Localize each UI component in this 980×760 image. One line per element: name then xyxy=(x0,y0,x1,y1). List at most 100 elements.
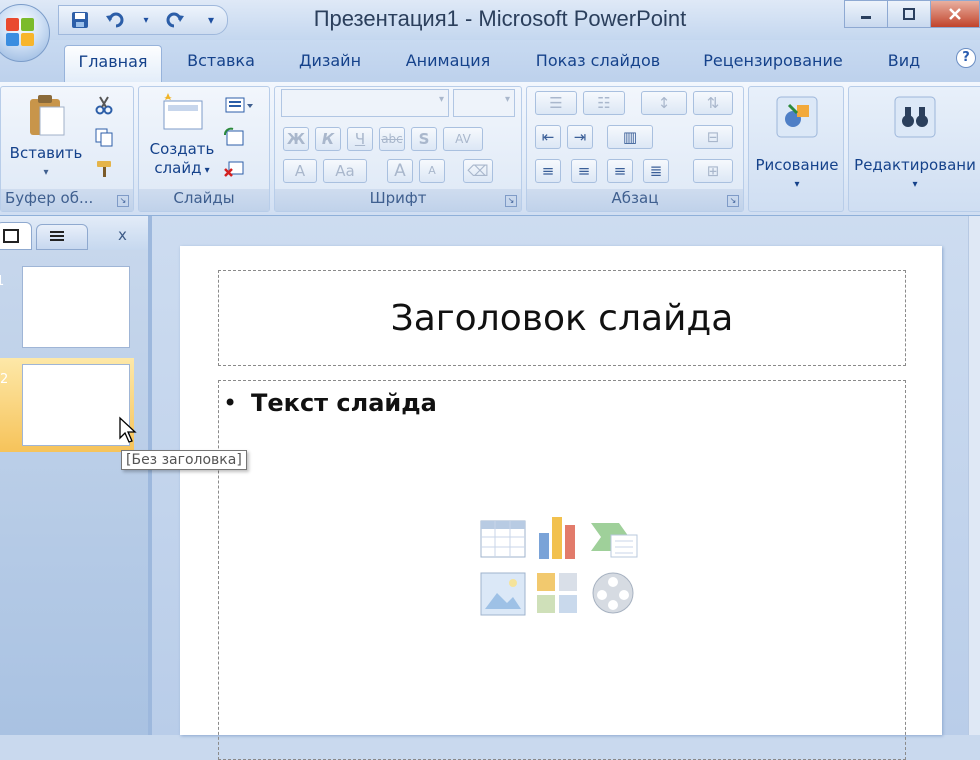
drawing-button[interactable]: Рисование ▾ xyxy=(751,95,843,194)
tab-design[interactable]: Дизайн xyxy=(288,50,372,82)
bullet-icon: • xyxy=(223,389,238,417)
clear-formatting-icon[interactable]: ⌫ xyxy=(463,159,493,183)
align-right-icon[interactable]: ≡ xyxy=(607,159,633,183)
italic-button[interactable]: К xyxy=(315,127,341,151)
slide-number-1: 1 xyxy=(0,274,5,289)
format-painter-icon[interactable] xyxy=(93,159,115,179)
increase-indent-icon[interactable]: ⇥ xyxy=(567,125,593,149)
editing-label: Редактировани xyxy=(854,156,976,174)
slides-pane-tabs: x xyxy=(0,216,148,250)
paste-icon xyxy=(30,95,65,136)
reset-icon[interactable] xyxy=(223,127,245,147)
paste-dropdown-icon: ▾ xyxy=(43,167,49,178)
tab-slide-show[interactable]: Показ слайдов xyxy=(528,50,668,82)
paragraph-group: ☰ ☷ ↕ ⇅ ⇤ ⇥ ▥ ⊟ ≡ ≡ ≡ ≣ ⊞ Абзац ↘ xyxy=(526,86,744,212)
undo-dropdown-icon[interactable]: ▾ xyxy=(141,9,151,31)
slide-canvas[interactable]: Заголовок слайда • Текст слайда xyxy=(180,246,942,760)
maximize-button[interactable] xyxy=(887,0,931,28)
minimize-button[interactable] xyxy=(844,0,888,28)
underline-button[interactable]: Ч xyxy=(347,127,373,151)
change-case-button[interactable]: Aa xyxy=(323,159,367,183)
undo-icon[interactable] xyxy=(105,9,127,31)
tab-home[interactable]: Главная xyxy=(64,45,162,82)
shrink-font-button[interactable]: A xyxy=(419,159,445,183)
slide-title: Заголовок слайда xyxy=(390,297,734,339)
insert-picture-icon[interactable] xyxy=(479,571,527,617)
title-placeholder[interactable]: Заголовок слайда xyxy=(218,270,906,366)
insert-clip-art-icon[interactable] xyxy=(535,571,579,617)
align-text-icon[interactable]: ⊟ xyxy=(693,125,733,149)
font-color-button[interactable]: A xyxy=(283,159,317,183)
help-icon[interactable]: ? xyxy=(956,48,976,68)
close-button[interactable] xyxy=(930,0,980,28)
drawing-dropdown-icon: ▾ xyxy=(794,179,800,190)
layout-icon[interactable] xyxy=(223,95,255,115)
insert-table-icon[interactable] xyxy=(479,517,527,561)
font-name-dropdown-icon: ▾ xyxy=(438,94,444,105)
bullets-icon[interactable]: ☰ xyxy=(535,91,577,115)
tab-view[interactable]: Вид xyxy=(876,50,932,82)
tab-insert[interactable]: Вставка xyxy=(176,50,266,82)
clipboard-launcher-icon[interactable]: ↘ xyxy=(117,195,129,207)
font-name-combo[interactable]: ▾ xyxy=(281,89,449,117)
customize-qat-icon[interactable]: ▾ xyxy=(200,9,222,31)
decrease-indent-icon[interactable]: ⇤ xyxy=(535,125,561,149)
columns-icon[interactable]: ▥ xyxy=(607,125,653,149)
insert-smartart-icon[interactable] xyxy=(589,517,639,561)
tab-review[interactable]: Рецензирование xyxy=(694,50,852,82)
delete-slide-icon[interactable] xyxy=(223,159,245,179)
char-spacing-button[interactable]: AV xyxy=(443,127,483,151)
insert-media-icon[interactable] xyxy=(589,569,639,619)
editing-button[interactable]: Редактировани ▾ xyxy=(849,95,980,194)
text-direction-icon[interactable]: ⇅ xyxy=(693,91,733,115)
bold-button[interactable]: Ж xyxy=(283,127,309,151)
clipboard-group: Вставить ▾ Буфер об... ↘ xyxy=(0,86,134,212)
cut-icon[interactable] xyxy=(93,95,115,115)
paste-button[interactable]: Вставить ▾ xyxy=(3,91,89,182)
maximize-icon xyxy=(903,8,915,20)
font-launcher-icon[interactable]: ↘ xyxy=(505,195,517,207)
editing-group: Редактировани ▾ xyxy=(848,86,980,212)
font-group: ▾ ▾ Ж К Ч abc S AV A Aa A A ⌫ Шрифт ↘ xyxy=(274,86,522,212)
binoculars-icon xyxy=(894,96,936,138)
line-spacing-icon[interactable]: ↕ xyxy=(641,91,687,115)
strikethrough-button[interactable]: abc xyxy=(379,127,405,151)
slides-tab[interactable] xyxy=(0,222,32,250)
clipboard-group-label: Буфер об... xyxy=(1,189,133,211)
slides-pane: 1 2 xyxy=(0,250,148,735)
office-logo-icon xyxy=(6,18,36,48)
redo-icon[interactable] xyxy=(165,9,187,31)
font-size-dropdown-icon: ▾ xyxy=(504,94,510,105)
slides-group-label: Слайды xyxy=(139,189,269,211)
tab-animation[interactable]: Анимация xyxy=(394,50,502,82)
font-size-combo[interactable]: ▾ xyxy=(453,89,515,117)
drawing-label: Рисование xyxy=(755,156,839,174)
minimize-icon xyxy=(861,16,871,19)
paste-label: Вставить xyxy=(9,144,83,162)
paragraph-group-label: Абзац xyxy=(527,189,743,211)
font-group-label: Шрифт xyxy=(275,189,521,211)
smartart-icon[interactable]: ⊞ xyxy=(693,159,733,183)
insert-chart-icon[interactable] xyxy=(535,513,583,561)
slide-thumbnail-1[interactable] xyxy=(22,266,130,348)
slide-number-2: 2 xyxy=(0,372,9,387)
pane-close-icon[interactable]: x xyxy=(118,226,127,244)
paragraph-launcher-icon[interactable]: ↘ xyxy=(727,195,739,207)
shadow-button[interactable]: S xyxy=(411,127,437,151)
drawing-group: Рисование ▾ xyxy=(748,86,844,212)
slide-body-text: Текст слайда xyxy=(251,389,437,417)
vertical-scrollbar[interactable] xyxy=(968,216,980,735)
justify-icon[interactable]: ≣ xyxy=(643,159,669,183)
copy-icon[interactable] xyxy=(93,127,115,147)
outline-tab[interactable] xyxy=(36,224,88,250)
numbering-icon[interactable]: ☷ xyxy=(583,91,625,115)
grow-font-button[interactable]: A xyxy=(387,159,413,183)
slide-thumbnail-2[interactable] xyxy=(22,364,130,446)
new-slide-button[interactable]: Создать слайд ▾ xyxy=(143,91,221,180)
content-placeholder[interactable]: • Текст слайда xyxy=(218,380,906,760)
align-center-icon[interactable]: ≡ xyxy=(571,159,597,183)
drawing-icon xyxy=(776,96,818,138)
new-slide-icon xyxy=(163,93,203,130)
save-icon[interactable] xyxy=(69,9,91,31)
align-left-icon[interactable]: ≡ xyxy=(535,159,561,183)
